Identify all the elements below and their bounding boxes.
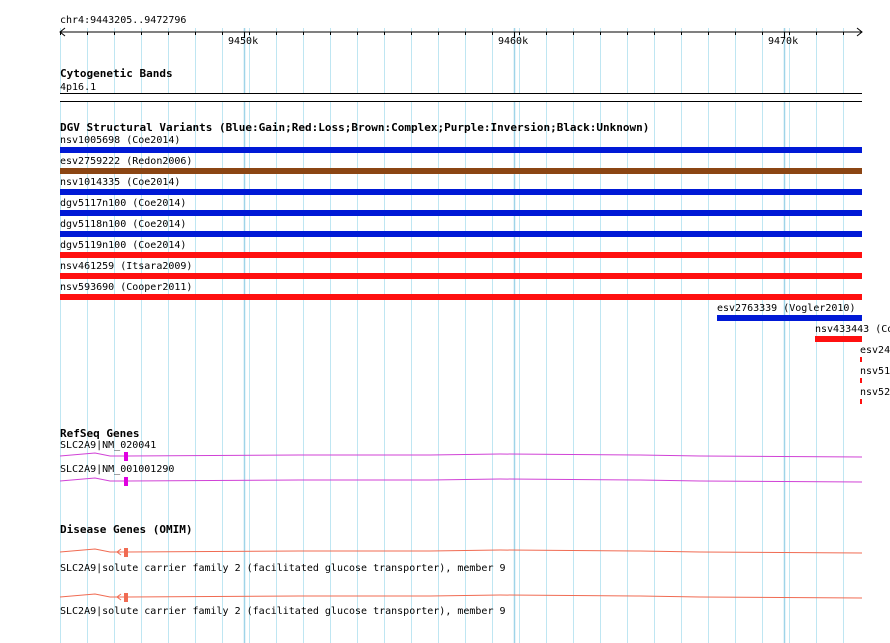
dgv-variant-label: nsv593690 (Cooper2011) — [60, 282, 193, 293]
dgv-variant-bar[interactable] — [860, 357, 862, 362]
dgv-variant-label: dgv5118n100 (Coe2014) — [60, 219, 187, 230]
ruler-tick-label-9470k: 9470k — [768, 36, 799, 47]
refseq-track-title: RefSeq Genes — [60, 427, 140, 440]
cytoband-track-title: Cytogenetic Bands — [60, 67, 173, 80]
dgv-variant-bar[interactable] — [60, 231, 862, 237]
dgv-variant-label: esv2759222 (Redon2006) — [60, 156, 193, 167]
dgv-variant-label: nsv1005698 (Coe2014) — [60, 135, 181, 146]
dgv-variant-bar[interactable] — [717, 315, 862, 321]
omim-gene-exon — [124, 593, 128, 602]
dgv-variant-label: esv2763339 (Vogler2010) — [717, 303, 856, 314]
refseq-transcript-intron-line — [59, 477, 863, 483]
cytoband-label: 4p16.1 — [60, 82, 97, 93]
dgv-variant-bar[interactable] — [60, 189, 862, 195]
omim-entry-label: SLC2A9|solute carrier family 2 (facilita… — [60, 563, 506, 574]
dgv-track-title: DGV Structural Variants (Blue:Gain;Red:L… — [60, 121, 650, 134]
dgv-variant-label: dgv5117n100 (Coe2014) — [60, 198, 187, 209]
omim-track-title: Disease Genes (OMIM) — [60, 523, 193, 536]
dgv-variant-label: esv24 — [860, 345, 890, 356]
dgv-variant-bar[interactable] — [860, 378, 862, 383]
omim-entry-label: SLC2A9|solute carrier family 2 (facilita… — [60, 606, 506, 617]
dgv-variant-bar[interactable] — [60, 273, 862, 279]
refseq-transcript-intron-line — [59, 452, 863, 458]
dgv-variant-label: nsv461259 (Itsara2009) — [60, 261, 193, 272]
dgv-variant-bar[interactable] — [815, 336, 862, 342]
dgv-variant-bar[interactable] — [60, 252, 862, 258]
ruler-tick-label-9450k: 9450k — [228, 36, 259, 47]
dgv-variant-bar[interactable] — [60, 294, 862, 300]
refseq-transcript-exon — [124, 477, 128, 486]
refseq-gene-models — [59, 452, 863, 486]
dgv-variant-bar[interactable] — [860, 399, 862, 404]
dgv-variant-bar[interactable] — [60, 168, 862, 174]
ruler-tick-label-9460k: 9460k — [498, 36, 529, 47]
omim-gene-models — [59, 548, 863, 602]
refseq-transcript-exon — [124, 452, 128, 461]
omim-gene-exon — [124, 548, 128, 557]
dgv-variant-label: nsv52 — [860, 387, 890, 398]
dgv-variant-label: dgv5119n100 (Coe2014) — [60, 240, 187, 251]
dgv-variant-bar[interactable] — [60, 210, 862, 216]
dgv-variant-bar[interactable] — [60, 147, 862, 153]
omim-gene-intron-line — [59, 548, 863, 554]
cytoband-band[interactable] — [60, 93, 862, 102]
dgv-variant-label: nsv51 — [860, 366, 890, 377]
dgv-variant-label: nsv433443 (Co — [815, 324, 890, 335]
omim-gene-intron-line — [59, 593, 863, 599]
dgv-variant-label: nsv1014335 (Coe2014) — [60, 177, 181, 188]
